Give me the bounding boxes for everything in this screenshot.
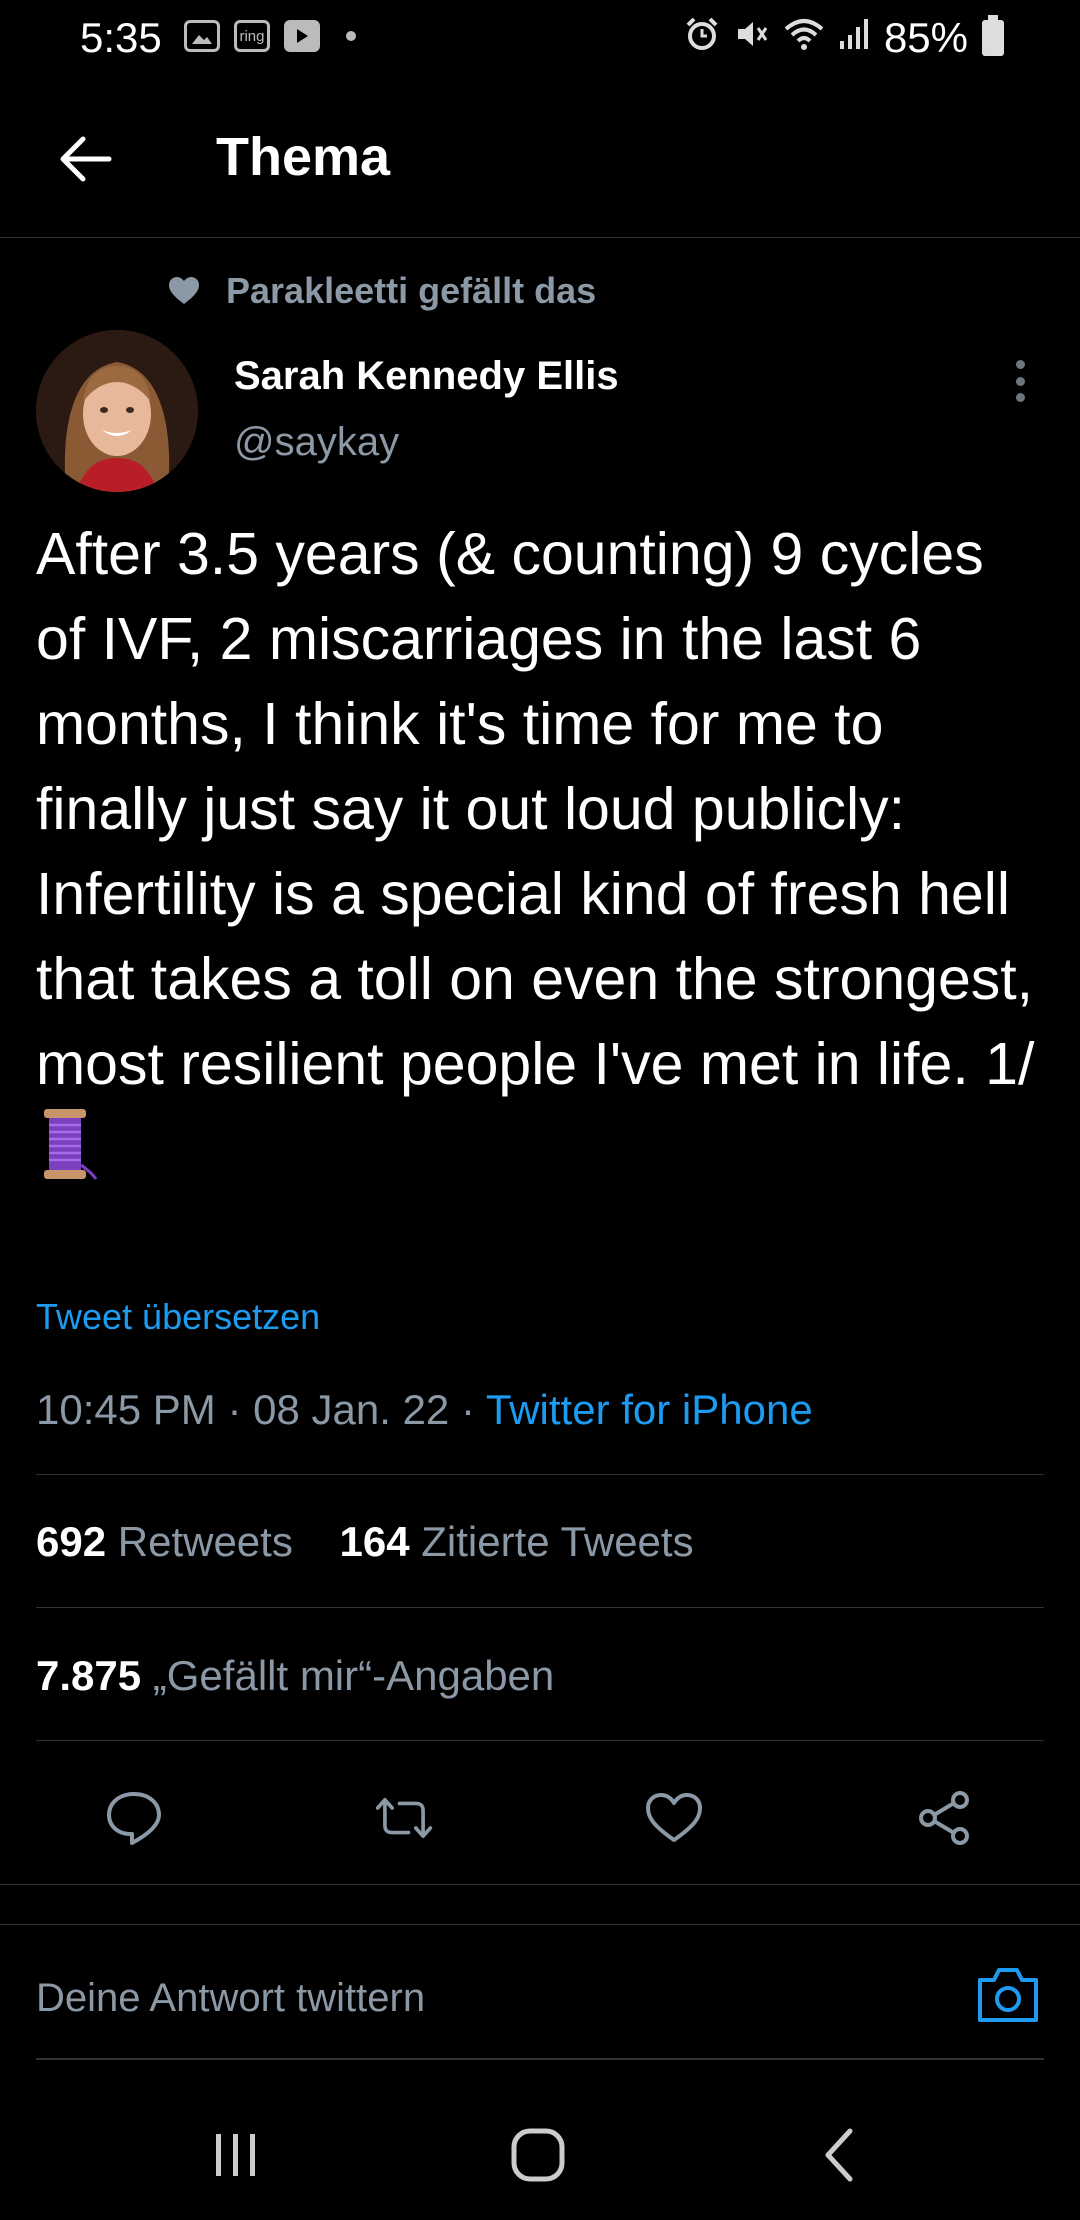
likes-link[interactable]: 7.875 „Gefällt mir“-Angaben [36,1652,554,1700]
tweet-text: After 3.5 years (& counting) 9 cycles of… [36,512,1046,1192]
status-time: 5:35 [80,14,162,61]
wifi-icon [784,17,824,60]
retweet-icon [375,1798,433,1838]
youtube-icon [284,20,320,52]
author-handle[interactable]: @saykay [234,420,399,465]
tweet-source-link[interactable]: Twitter for iPhone [486,1386,813,1433]
home-button[interactable] [498,2120,578,2190]
likes-label: „Gefällt mir“-Angaben [152,1652,555,1699]
quotes-link[interactable]: 164 Zitierte Tweets [340,1518,694,1565]
camera-icon [978,1968,1038,2022]
reply-input[interactable]: Deine Antwort twittern [36,1976,425,2021]
tweet-actions [0,1772,1080,1860]
back-nav-button[interactable] [800,2120,880,2190]
tweet-meta: 10:45 PM · 08 Jan. 22 · Twitter for iPho… [36,1386,813,1434]
back-button[interactable] [50,124,120,194]
arrow-left-icon [60,136,112,182]
retweet-button[interactable] [374,1788,434,1848]
tweet-time: 10:45 PM [36,1386,216,1433]
more-dot [1015,393,1025,402]
more-options-button[interactable] [1000,356,1040,406]
chevron-left-icon [825,2128,853,2182]
heart-filled-icon [169,277,199,304]
image-icon [184,20,220,52]
recent-apps-icon [216,2134,255,2176]
divider [0,1924,1080,1925]
heart-icon [646,1793,702,1842]
page-title: Thema [216,127,391,187]
status-bar: 5:35 ring 85% [0,0,1080,76]
share-icon [919,1791,969,1845]
meta-separator: · [227,1386,242,1433]
divider [36,1740,1044,1741]
translate-tweet-link[interactable]: Tweet übersetzen [36,1296,320,1338]
divider [36,1607,1044,1608]
social-context[interactable]: Parakleetti gefällt das [168,270,596,312]
alarm-icon [684,16,720,61]
signal-icon [838,17,870,60]
tweet-body: After 3.5 years (& counting) 9 cycles of… [36,521,1035,1097]
retweets-count: 692 [36,1518,107,1565]
quotes-label: Zitierte Tweets [421,1518,694,1565]
top-app-bar: Thema [0,100,1080,238]
system-nav-bar [0,2080,1080,2220]
thread-spool-emoji [40,1107,98,1181]
retweets-label: Retweets [117,1518,293,1565]
system-indicators: 85% [684,14,1004,62]
share-button[interactable] [914,1788,974,1848]
mute-icon [734,16,770,61]
recent-apps-button[interactable] [196,2120,276,2190]
reply-input-underline [36,2058,1044,2060]
divider [0,1884,1080,1885]
retweets-link[interactable]: 692 Retweets [36,1518,293,1565]
camera-button[interactable] [976,1964,1040,2024]
reply-composer[interactable]: Deine Antwort twittern [0,1924,1080,2060]
retweet-stats: 692 Retweets 164 Zitierte Tweets [36,1518,694,1566]
reply-icon [107,1792,161,1845]
likes-count: 7.875 [36,1652,142,1699]
battery-percentage: 85% [883,14,968,61]
tweet-date: 08 Jan. 22 [253,1386,450,1433]
more-dot [1015,360,1025,369]
meta-separator: · [460,1386,475,1433]
avatar[interactable] [36,330,198,492]
divider [36,1474,1044,1475]
social-context-text: Parakleetti gefällt das [226,270,597,311]
more-dot [1015,376,1025,386]
more-notifications-dot [346,31,356,41]
home-icon [511,2128,565,2182]
author-name[interactable]: Sarah Kennedy Ellis [234,354,619,399]
reply-button[interactable] [104,1788,164,1848]
quotes-count: 164 [339,1518,410,1565]
battery-icon [982,15,1004,56]
like-button[interactable] [644,1788,704,1848]
ring-icon: ring [234,20,270,52]
notification-icons: ring [184,20,356,52]
